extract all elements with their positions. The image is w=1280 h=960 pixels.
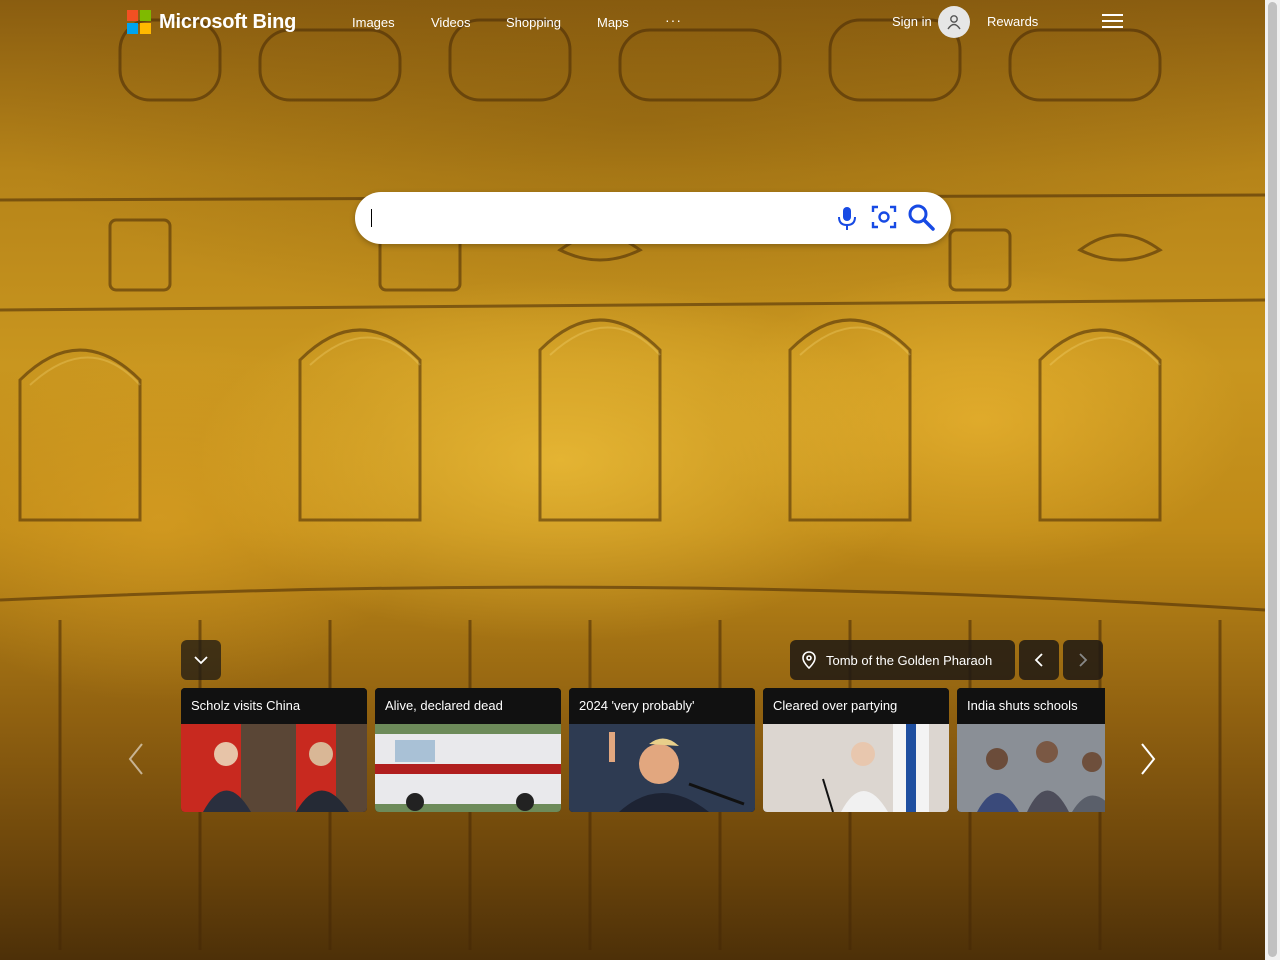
bing-logo[interactable]: Microsoft Bing bbox=[127, 10, 296, 34]
brand-name: Microsoft Bing bbox=[159, 10, 297, 33]
news-thumbnail bbox=[181, 724, 367, 812]
sign-in-link[interactable]: Sign in bbox=[892, 14, 932, 29]
search-icon[interactable] bbox=[907, 203, 935, 231]
previous-image-button[interactable] bbox=[1019, 640, 1059, 680]
rewards-link[interactable]: Rewards bbox=[987, 14, 1038, 29]
image-location-button[interactable]: Tomb of the Golden Pharaoh bbox=[790, 640, 1015, 680]
image-title: Tomb of the Golden Pharaoh bbox=[826, 652, 993, 668]
chevron-right-icon bbox=[1079, 653, 1088, 667]
news-carousel: Scholz visits China Alive, declared dead… bbox=[181, 688, 1105, 812]
hamburger-line bbox=[1102, 14, 1123, 16]
page-scrollbar[interactable] bbox=[1265, 0, 1280, 960]
search-box[interactable] bbox=[355, 192, 951, 244]
news-thumbnail bbox=[375, 724, 561, 812]
nav-maps[interactable]: Maps bbox=[597, 15, 629, 30]
news-card[interactable]: India shuts schools bbox=[957, 688, 1105, 812]
news-card-title: India shuts schools bbox=[957, 688, 1105, 724]
visual-search-icon[interactable] bbox=[871, 204, 897, 230]
location-pin-icon bbox=[802, 651, 816, 669]
background-image bbox=[0, 0, 1265, 960]
search-input[interactable] bbox=[371, 202, 815, 236]
news-thumbnail bbox=[957, 724, 1105, 812]
news-card-title: Cleared over partying bbox=[763, 688, 949, 724]
news-card[interactable]: 2024 'very probably' bbox=[569, 688, 755, 812]
chevron-left-icon bbox=[1034, 653, 1043, 667]
next-image-button[interactable] bbox=[1063, 640, 1103, 680]
news-card-title: 2024 'very probably' bbox=[569, 688, 755, 724]
microphone-icon[interactable] bbox=[836, 205, 858, 231]
news-card[interactable]: Alive, declared dead bbox=[375, 688, 561, 812]
avatar-glyph bbox=[947, 15, 961, 30]
nav-images[interactable]: Images bbox=[352, 15, 395, 30]
news-card-title: Scholz visits China bbox=[181, 688, 367, 724]
news-thumbnail bbox=[763, 724, 949, 812]
user-icon[interactable] bbox=[938, 6, 970, 38]
nav-more-button[interactable]: ··· bbox=[665, 12, 682, 28]
nav-videos[interactable]: Videos bbox=[431, 15, 471, 30]
hieroglyph-pattern bbox=[0, 18, 1265, 950]
logo-square-green bbox=[140, 10, 151, 21]
hamburger-line bbox=[1102, 20, 1123, 22]
hamburger-line bbox=[1102, 26, 1123, 28]
microsoft-logo-icon bbox=[127, 10, 151, 34]
news-next-arrow[interactable] bbox=[1139, 742, 1157, 776]
text-caret bbox=[371, 209, 372, 227]
collapse-feed-button[interactable] bbox=[181, 640, 221, 680]
hamburger-icon[interactable] bbox=[1102, 14, 1123, 30]
news-card-title: Alive, declared dead bbox=[375, 688, 561, 724]
logo-square-blue bbox=[127, 23, 138, 34]
nav-shopping[interactable]: Shopping bbox=[506, 15, 561, 30]
logo-square-red bbox=[127, 10, 138, 21]
chevron-down-icon bbox=[194, 656, 208, 665]
scrollbar-thumb[interactable] bbox=[1268, 2, 1277, 957]
news-prev-arrow[interactable] bbox=[127, 742, 145, 776]
news-thumbnail bbox=[569, 724, 755, 812]
news-card[interactable]: Cleared over partying bbox=[763, 688, 949, 812]
news-card[interactable]: Scholz visits China bbox=[181, 688, 367, 812]
logo-square-yellow bbox=[140, 23, 151, 34]
